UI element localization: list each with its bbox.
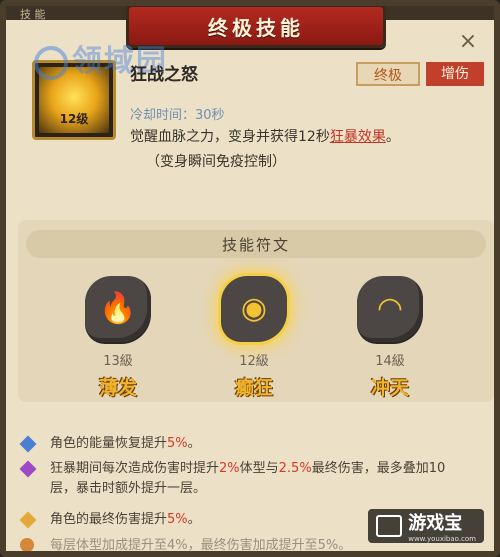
bonus-percent: 5%	[167, 512, 188, 527]
description-suffix: 。	[385, 129, 400, 145]
bonus-upgrade: 每层体型加成提升至4%，最终伤害加成提升至5%。	[20, 536, 352, 553]
skill-icon: 12级	[32, 60, 116, 140]
blue-diamond-icon	[19, 435, 37, 453]
tag-ultimate: 终极	[356, 62, 420, 86]
skill-description: 觉醒血脉之力，变身并获得12秒狂暴效果。	[130, 126, 400, 146]
flame-icon: 🔥	[99, 291, 137, 326]
runes-title-bar: 技能符文	[26, 230, 486, 258]
skill-detail-panel: 技 能 终极技能 × 12级 领域园 狂战之怒 终极 增伤 冷却时间：30秒 觉…	[0, 0, 500, 557]
rune-diankuang[interactable]: ◉ 12級 癫狂	[214, 276, 294, 399]
eye-icon: ◉	[240, 291, 268, 326]
bonus-rage-stack: 狂暴期间每次造成伤害时提升2%体型与2.5%最终伤害，最多叠加10层，暴击时额外…	[19, 459, 470, 499]
bonus-text-end: 。	[187, 512, 201, 527]
close-button[interactable]: ×	[456, 30, 480, 54]
rage-effect-link[interactable]: 狂暴效果	[330, 129, 386, 145]
bonus-text: 狂暴期间每次造成伤害时提升	[50, 461, 220, 476]
bonus-percent: 2%	[219, 461, 240, 476]
runes-title: 技能符文	[221, 235, 290, 254]
rune-stone: ◉	[221, 276, 287, 342]
bonus-text: 每层体型加成提升至4%，最终伤害加成提升至5%。	[50, 538, 352, 553]
skill-name: 狂战之怒	[130, 65, 198, 85]
rune-name: 薄发	[98, 377, 137, 399]
skill-level-badge: 12级	[59, 112, 89, 126]
bonus-text: 角色的最终伤害提升	[50, 512, 168, 527]
purple-diamond-icon	[19, 460, 37, 478]
logo-url: www.youxibao.com	[408, 535, 476, 543]
bonus-percent-2: 2.5%	[278, 461, 312, 476]
skill-note: （变身瞬间免疫控制）	[146, 154, 286, 170]
rune-stone: 🔥	[85, 276, 151, 342]
rune-chongtian[interactable]: ◠ 14級 冲天	[350, 276, 430, 399]
bonus-text: 角色的能量恢复提升	[50, 436, 168, 451]
bag-icon	[20, 538, 36, 551]
title-ribbon: 终极技能	[126, 6, 386, 48]
bonus-percent: 5%	[167, 436, 188, 451]
cooldown-text: 冷却时间：30秒	[130, 108, 225, 123]
rune-level: 13級	[103, 354, 133, 369]
gold-diamond-icon	[19, 511, 37, 529]
logo-box-icon	[376, 515, 403, 537]
corner-label: 技 能	[20, 8, 46, 21]
rune-level: 14級	[375, 354, 405, 369]
bonus-energy: 角色的能量恢复提升5%。	[19, 434, 201, 454]
bonus-final-damage: 角色的最终伤害提升5%。	[19, 510, 201, 530]
rune-level: 12級	[239, 354, 269, 369]
rune-bofa[interactable]: 🔥 13級 薄发	[78, 276, 158, 399]
site-logo: 游戏宝 www.youxibao.com	[368, 509, 484, 543]
rune-name: 癫狂	[234, 377, 273, 399]
description-prefix: 觉醒血脉之力，变身并获得12秒	[130, 129, 330, 145]
wing-icon: ◠	[376, 291, 404, 326]
bonus-text-end: 。	[187, 436, 201, 451]
logo-name: 游戏宝	[408, 513, 463, 534]
tag-damage: 增伤	[426, 62, 484, 86]
rune-stone: ◠	[357, 276, 423, 342]
panel-title: 终极技能	[208, 15, 304, 40]
bonus-text-mid: 体型与	[239, 461, 279, 476]
rune-name: 冲天	[370, 377, 409, 399]
